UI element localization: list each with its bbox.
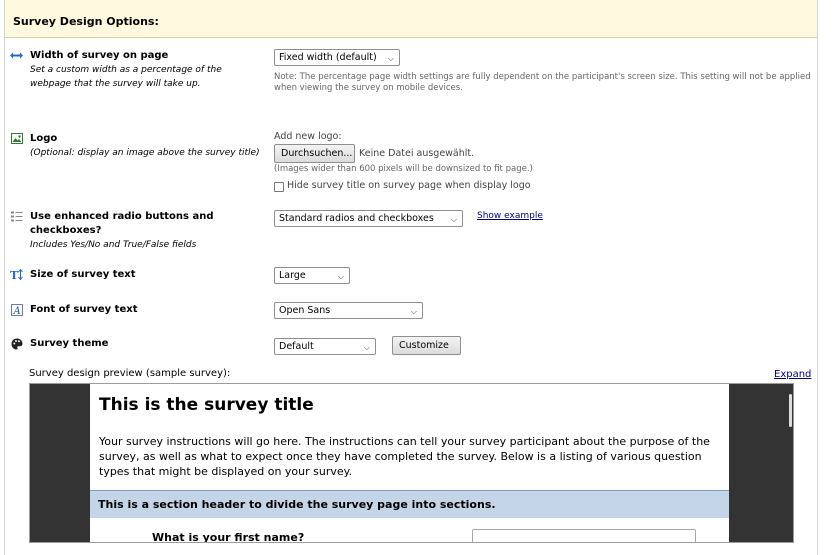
list-icon	[10, 210, 23, 223]
panel-title: Survey Design Options:	[13, 15, 159, 28]
chevron-down-icon: ⌵	[387, 54, 394, 63]
text-size-icon: T	[10, 268, 23, 281]
palette-icon	[10, 337, 23, 350]
width-note-2: when viewing the survey on mobile device…	[274, 83, 463, 93]
browse-button[interactable]: Durchsuchen...	[274, 144, 355, 163]
hide-title-checkbox[interactable]	[274, 182, 284, 192]
preview-section-header: This is a section header to divide the s…	[90, 490, 729, 518]
svg-text:T: T	[10, 269, 19, 280]
chevron-down-icon: ⌵	[450, 215, 457, 224]
width-sublabel-1: Set a custom width as a percentage of th…	[30, 65, 222, 75]
font-select[interactable]: Open Sans ⌵	[274, 302, 423, 319]
logo-size-note: (Images wider than 600 pixels will be do…	[274, 164, 533, 174]
radios-label-1: Use enhanced radio buttons and	[30, 211, 214, 222]
width-arrows-icon	[10, 49, 23, 62]
width-select-value: Fixed width (default)	[279, 52, 377, 63]
radios-select[interactable]: Standard radios and checkboxes ⌵	[274, 210, 463, 227]
text-size-select-value: Large	[279, 270, 306, 281]
width-select[interactable]: Fixed width (default) ⌵	[274, 49, 400, 66]
panel-header: Survey Design Options:	[5, 0, 817, 38]
chevron-down-icon: ⌵	[410, 307, 417, 316]
svg-text:A: A	[12, 306, 20, 316]
expand-link[interactable]: Expand	[774, 369, 811, 380]
font-icon: A	[10, 303, 23, 316]
preview-scrollbar[interactable]	[789, 394, 792, 427]
show-example-link[interactable]: Show example	[477, 211, 543, 221]
theme-select[interactable]: Default ⌵	[274, 338, 376, 355]
width-label: Width of survey on page	[30, 50, 169, 61]
survey-design-panel: Survey Design Options: Width of survey o…	[4, 0, 818, 555]
preview-survey-title: This is the survey title	[99, 395, 314, 415]
preview-instructions: Your survey instructions will go here. T…	[99, 435, 710, 478]
logo-sublabel: (Optional: display an image above the su…	[30, 148, 260, 158]
font-label: Font of survey text	[30, 304, 138, 315]
image-icon	[10, 132, 23, 145]
add-logo-label: Add new logo:	[274, 131, 342, 142]
width-sublabel-2: webpage that the survey will take up.	[30, 79, 201, 89]
logo-label: Logo	[30, 133, 58, 144]
preview-first-name-input[interactable]	[472, 529, 696, 542]
radios-sublabel: Includes Yes/No and True/False fields	[30, 240, 197, 250]
radios-select-value: Standard radios and checkboxes	[279, 213, 434, 224]
radios-label-2: checkboxes?	[30, 225, 102, 236]
text-size-label: Size of survey text	[30, 269, 136, 280]
no-file-text: Keine Datei ausgewählt.	[359, 148, 475, 159]
text-size-select[interactable]: Large ⌵	[274, 267, 350, 284]
theme-select-value: Default	[279, 341, 314, 352]
survey-preview-frame: This is the survey title Your survey ins…	[29, 383, 794, 543]
chevron-down-icon: ⌵	[337, 272, 344, 281]
preview-label: Survey design preview (sample survey):	[29, 368, 231, 379]
preview-question-label: What is your first name?	[152, 531, 305, 543]
font-select-value: Open Sans	[279, 305, 331, 316]
chevron-down-icon: ⌵	[363, 343, 370, 352]
theme-label: Survey theme	[30, 338, 109, 349]
width-note-1: Note: The percentage page width settings…	[274, 72, 811, 82]
hide-title-label: Hide survey title on survey page when di…	[287, 180, 531, 191]
survey-preview-page: This is the survey title Your survey ins…	[90, 384, 729, 543]
customize-button[interactable]: Customize	[392, 336, 461, 355]
